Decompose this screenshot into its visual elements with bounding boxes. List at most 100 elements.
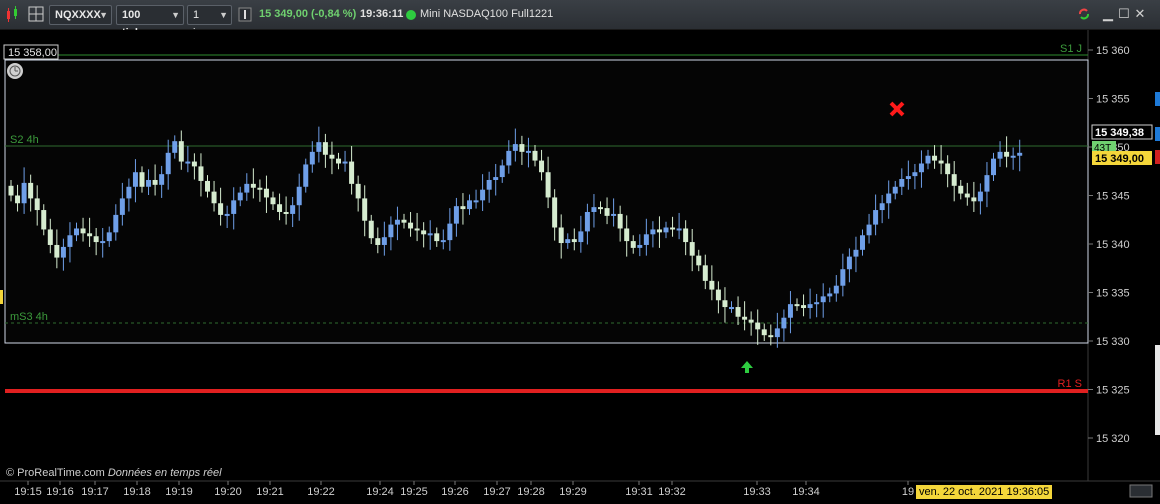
candle-body: [342, 161, 348, 164]
candle-body: [41, 210, 47, 230]
time-axis-ticks: 19:15 19:16 19:17 19:18 19:19 19:20 19:21 19:22…: [14, 481, 914, 498]
candle-body: [303, 164, 309, 187]
time-tick-label: 19:21: [256, 486, 284, 498]
candle-body: [525, 150, 531, 153]
close-icon[interactable]: ✕: [1133, 7, 1147, 21]
price-zone-band: [4, 59, 1089, 344]
candle-body: [283, 211, 289, 214]
candle-body: [742, 316, 748, 320]
candle-body: [696, 255, 702, 266]
candle-body: [480, 189, 486, 201]
candle-body: [591, 207, 597, 212]
candle-body: [172, 141, 178, 153]
candle-body: [729, 307, 734, 310]
symbol-value: NQXXXX: [55, 9, 101, 21]
candle-body: [218, 203, 224, 215]
symbol-select[interactable]: NQXXXX ▼: [49, 5, 112, 25]
candle-body: [198, 166, 204, 181]
candle-body: [709, 280, 715, 290]
maximize-icon[interactable]: ☐: [1117, 7, 1131, 21]
clock-icon[interactable]: [7, 63, 23, 79]
candle-body: [93, 236, 99, 243]
candle-body: [558, 227, 564, 244]
candle-body: [552, 197, 558, 228]
label-r1s: R1 S: [1058, 378, 1082, 390]
left-edge-marker: [0, 290, 3, 304]
chart-area[interactable]: S1 J S2 4h mS3 4h R1 S 15 358,00 15 360 1…: [0, 30, 1160, 501]
period-select[interactable]: 1 jour ▼: [187, 5, 232, 39]
candle-body: [604, 208, 610, 216]
candle-body: [453, 206, 459, 224]
candle-body: [499, 165, 505, 178]
candle-body: [584, 211, 590, 232]
candle-body: [899, 179, 905, 187]
candle-body: [237, 192, 243, 201]
candle-body: [991, 158, 996, 176]
candle-body: [787, 304, 793, 318]
chevron-down-icon: ▼: [171, 10, 180, 20]
candle-body: [598, 207, 603, 210]
candle-body: [277, 204, 283, 212]
candle-body: [329, 154, 335, 159]
candle-body: [860, 235, 865, 250]
last-price-value: 15 349,38: [1095, 127, 1144, 139]
candle-body: [21, 182, 27, 204]
candle-body: [519, 144, 525, 152]
candle-body: [656, 229, 662, 233]
candle-body: [296, 186, 302, 206]
side-marker-1: [1155, 92, 1160, 106]
data-note: Données en temps réel: [107, 467, 222, 479]
time-tick-label: 19:33: [743, 486, 771, 498]
candle-body: [493, 177, 499, 180]
minimize-icon[interactable]: ▁: [1101, 7, 1115, 21]
candle-body: [768, 335, 774, 338]
grid-icon[interactable]: [28, 5, 44, 25]
price-tick-label: 15 325: [1096, 385, 1130, 397]
candle-body: [715, 289, 721, 301]
side-marker-2: [1155, 127, 1160, 141]
candle-body: [984, 175, 990, 192]
candle-body: [827, 293, 833, 297]
candle-body: [951, 174, 957, 186]
candle-body: [912, 172, 918, 177]
candle-body: [977, 191, 983, 202]
label-s1j: S1 J: [1060, 43, 1082, 55]
refresh-icon[interactable]: [1077, 7, 1091, 21]
candle-body: [119, 198, 125, 215]
ticks-select[interactable]: 100 ticks ▼: [116, 5, 184, 39]
chart-type-icon[interactable]: [5, 5, 21, 25]
candle-body: [617, 213, 623, 229]
candle-body: [840, 269, 846, 286]
candle-body: [545, 172, 551, 198]
candle-body: [191, 161, 197, 167]
price-change: 15 349,00 (-0,84 %): [259, 8, 357, 20]
time-tick-label: 19:28: [517, 486, 545, 498]
candle-body: [106, 232, 112, 242]
time-tick-label: 19:18: [123, 486, 151, 498]
time-tick-label: 19:24: [366, 486, 394, 498]
candle-body: [8, 185, 14, 196]
candle-body: [427, 233, 433, 236]
scroll-handle-icon[interactable]: [1129, 484, 1153, 498]
candle-body: [375, 238, 381, 245]
bar-icon[interactable]: [238, 5, 252, 25]
candle-body: [146, 179, 152, 187]
candle-body: [938, 160, 944, 164]
candle-body: [892, 186, 898, 194]
candle-body: [224, 213, 230, 216]
candle-body: [362, 198, 368, 221]
side-panel-edge: [1155, 345, 1160, 435]
price-chart[interactable]: S1 J S2 4h mS3 4h R1 S 15 358,00 15 360 1…: [0, 30, 1160, 501]
candle-body: [473, 200, 479, 203]
time-tick-label: 19:31: [625, 486, 653, 498]
price-tick-label: 15 355: [1096, 94, 1130, 106]
candle-body: [47, 229, 53, 245]
candle-body: [381, 237, 387, 245]
candle-body: [663, 227, 669, 233]
candle-body: [67, 235, 73, 247]
candle-body: [774, 328, 780, 338]
candle-body: [683, 228, 689, 243]
candle-body: [205, 180, 210, 192]
candle-body: [820, 296, 826, 303]
candle-body: [794, 304, 800, 307]
